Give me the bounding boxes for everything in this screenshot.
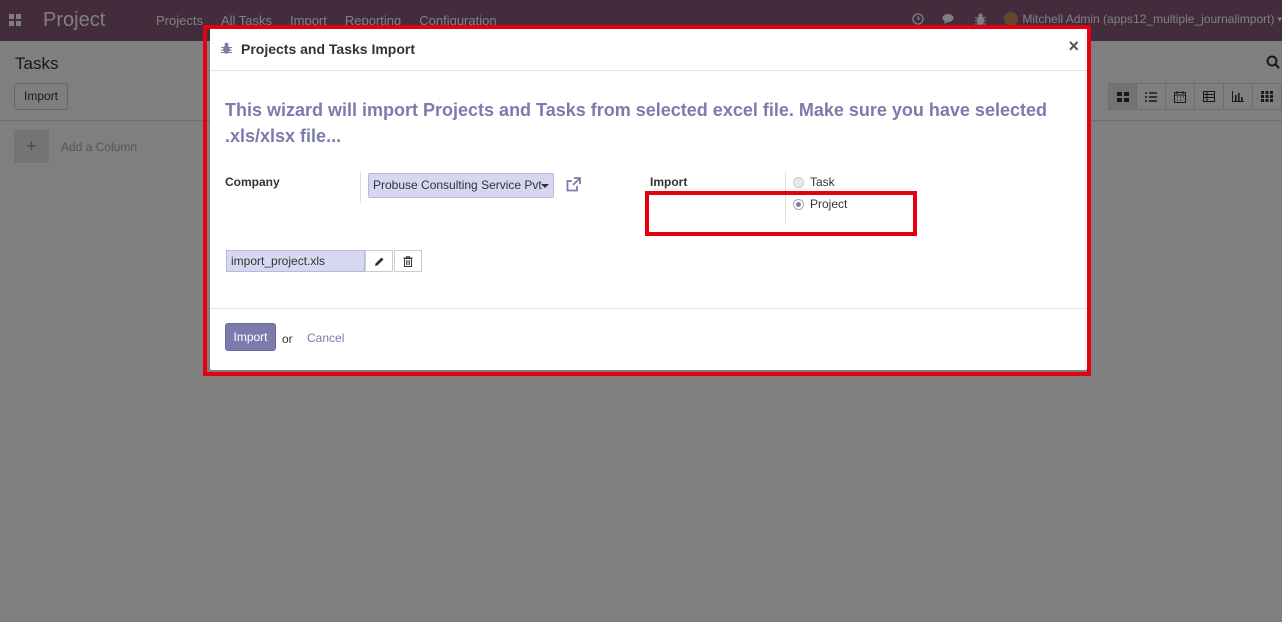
delete-file-button[interactable] <box>394 250 422 272</box>
dialog-header: Projects and Tasks Import × <box>210 28 1087 71</box>
wizard-description: This wizard will import Projects and Tas… <box>225 100 1047 146</box>
edit-file-button[interactable] <box>365 250 393 272</box>
dialog-title: Projects and Tasks Import <box>241 41 416 57</box>
field-separator <box>360 172 361 203</box>
field-separator <box>785 172 786 223</box>
company-label: Company <box>225 175 280 189</box>
dialog-import-button[interactable]: Import <box>225 323 276 351</box>
radio-label-task: Task <box>810 175 835 189</box>
cancel-link[interactable]: Cancel <box>307 331 344 345</box>
company-select[interactable]: Probuse Consulting Service Pvt <box>368 173 554 198</box>
caret-down-icon <box>541 184 549 188</box>
dialog-footer: Import or Cancel <box>210 308 1087 370</box>
or-text: or <box>282 332 293 346</box>
company-select-value: Probuse Consulting Service Pvt <box>373 178 542 192</box>
import-dialog: Projects and Tasks Import × This wizard … <box>210 28 1087 370</box>
trash-icon <box>403 255 413 267</box>
file-name-field[interactable]: import_project.xls <box>226 250 365 272</box>
import-label: Import <box>650 175 688 189</box>
radio-option-task[interactable]: Task <box>793 175 835 189</box>
radio-button-task[interactable] <box>793 176 804 188</box>
external-link-icon[interactable] <box>565 176 582 193</box>
pencil-icon <box>374 257 383 266</box>
radio-button-project[interactable] <box>793 198 804 210</box>
bug-icon <box>221 42 232 55</box>
close-button[interactable]: × <box>1068 37 1079 55</box>
radio-label-project: Project <box>810 197 848 211</box>
radio-option-project[interactable]: Project <box>793 197 847 211</box>
